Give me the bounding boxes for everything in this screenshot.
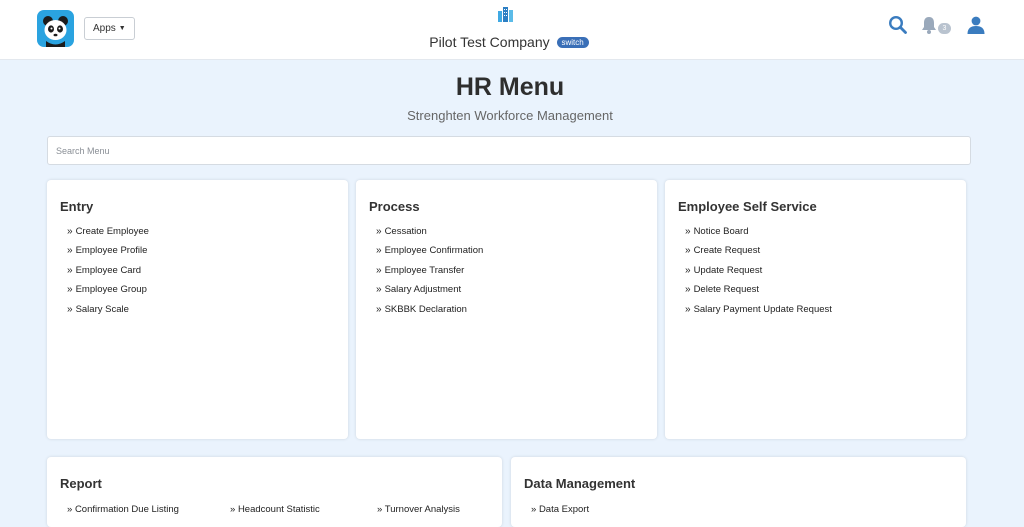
menu-item-headcount-statistic[interactable]: » Headcount Statistic (230, 504, 320, 515)
menu-item-employee-transfer[interactable]: » Employee Transfer (376, 265, 483, 284)
menu-item-label: Salary Payment Update Request (693, 303, 832, 315)
menu-item-label: Create Request (693, 245, 761, 257)
buildings-icon (496, 6, 514, 22)
menu-item-salary-payment-update-request[interactable]: » Salary Payment Update Request (685, 304, 832, 323)
double-chevron-right-icon: » (376, 284, 382, 296)
switch-company-button[interactable]: switch (556, 37, 589, 48)
menu-item-label: Employee Card (75, 264, 142, 276)
double-chevron-right-icon: » (67, 504, 75, 515)
menu-item-label: Employee Group (75, 284, 147, 296)
double-chevron-right-icon: » (376, 264, 382, 276)
apps-label: Apps (93, 23, 116, 34)
data-management-card: Data Management » Data Export (511, 457, 966, 527)
menu-item-confirmation-due-listing[interactable]: » Confirmation Due Listing (67, 504, 179, 515)
menu-item-create-request[interactable]: » Create Request (685, 245, 832, 264)
double-chevron-right-icon: » (67, 264, 73, 276)
menu-item-label: Notice Board (693, 226, 749, 237)
menu-item-label: Salary Adjustment (384, 284, 462, 296)
menu-item-label: Employee Transfer (384, 264, 465, 276)
double-chevron-right-icon: » (685, 284, 691, 296)
search-menu-input[interactable] (47, 136, 971, 165)
menu-item-update-request[interactable]: » Update Request (685, 265, 832, 284)
menu-item-label: Cessation (384, 226, 427, 237)
menu-item-data-export[interactable]: » Data Export (531, 504, 589, 515)
user-icon[interactable] (966, 15, 986, 35)
entry-menu-list: » Create Employee » Employee Profile » Empl… (67, 226, 149, 323)
double-chevron-right-icon: » (67, 303, 73, 315)
menu-item-label: SKBBK Declaration (384, 303, 467, 315)
company-name: Pilot Test Company (429, 34, 550, 50)
menu-item-label: Create Employee (75, 226, 149, 237)
process-card: Process » Cessation » Employee Confirmatio… (356, 180, 657, 439)
menu-item-employee-confirmation[interactable]: » Employee Confirmation (376, 245, 483, 264)
menu-item-label: Update Request (693, 264, 763, 276)
double-chevron-right-icon: » (230, 504, 238, 515)
menu-item-salary-scale[interactable]: » Salary Scale (67, 304, 149, 323)
double-chevron-right-icon: » (376, 303, 382, 315)
double-chevron-right-icon: » (685, 264, 691, 276)
top-bar: Apps ▼ Pilot Test Company switch 3 (0, 0, 1024, 60)
menu-item-cessation[interactable]: » Cessation (376, 226, 483, 245)
menu-item-label: Employee Profile (75, 245, 148, 257)
menu-item-label: Turnover Analysis (384, 504, 460, 515)
search-icon[interactable] (888, 15, 908, 35)
menu-item-label: Headcount Statistic (237, 504, 320, 515)
double-chevron-right-icon: » (67, 245, 73, 257)
notification-count-badge: 3 (938, 23, 951, 34)
double-chevron-right-icon: » (531, 504, 539, 515)
double-chevron-right-icon: » (67, 284, 73, 296)
report-card: Report » Confirmation Due Listing » Head… (47, 457, 502, 527)
menu-item-label: Confirmation Due Listing (74, 504, 179, 515)
menu-item-skbbk-declaration[interactable]: » SKBBK Declaration (376, 304, 483, 323)
page-title: HR Menu (455, 73, 565, 101)
card-title: Entry (60, 199, 94, 214)
double-chevron-right-icon: » (376, 245, 382, 257)
card-title: Process (369, 199, 420, 214)
page-subtitle: Strenghten Workforce Management (407, 108, 613, 123)
menu-item-employee-group[interactable]: » Employee Group (67, 284, 149, 303)
menu-item-notice-board[interactable]: » Notice Board (685, 226, 832, 245)
menu-item-label: Delete Request (693, 284, 760, 296)
card-title: Employee Self Service (678, 199, 817, 214)
menu-item-employee-card[interactable]: » Employee Card (67, 265, 149, 284)
menu-item-create-employee[interactable]: » Create Employee (67, 226, 149, 245)
employee-self-service-card: Employee Self Service » Notice Board » Cre… (665, 180, 966, 439)
entry-card: Entry » Create Employee » Employee Profile… (47, 180, 348, 439)
menu-item-label: Salary Scale (75, 303, 129, 315)
double-chevron-right-icon: » (377, 504, 385, 515)
menu-item-employee-profile[interactable]: » Employee Profile (67, 245, 149, 264)
process-menu-list: » Cessation » Employee Confirmation » Emplo… (376, 226, 483, 323)
double-chevron-right-icon: » (67, 226, 73, 237)
double-chevron-right-icon: » (685, 226, 691, 237)
menu-item-salary-adjustment[interactable]: » Salary Adjustment (376, 284, 483, 303)
menu-item-label: Data Export (538, 504, 590, 515)
double-chevron-right-icon: » (685, 245, 691, 257)
card-title: Report (60, 476, 102, 491)
double-chevron-right-icon: » (685, 303, 691, 315)
bell-icon[interactable] (920, 15, 940, 35)
menu-item-turnover-analysis[interactable]: » Turnover Analysis (377, 504, 460, 515)
double-chevron-right-icon: » (376, 226, 382, 237)
company-switcher: Pilot Test Company switch (0, 34, 1018, 50)
card-title: Data Management (524, 476, 636, 491)
ess-menu-list: » Notice Board » Create Request » Update Re… (685, 226, 832, 323)
menu-item-label: Employee Confirmation (384, 245, 484, 257)
menu-item-delete-request[interactable]: » Delete Request (685, 284, 832, 303)
